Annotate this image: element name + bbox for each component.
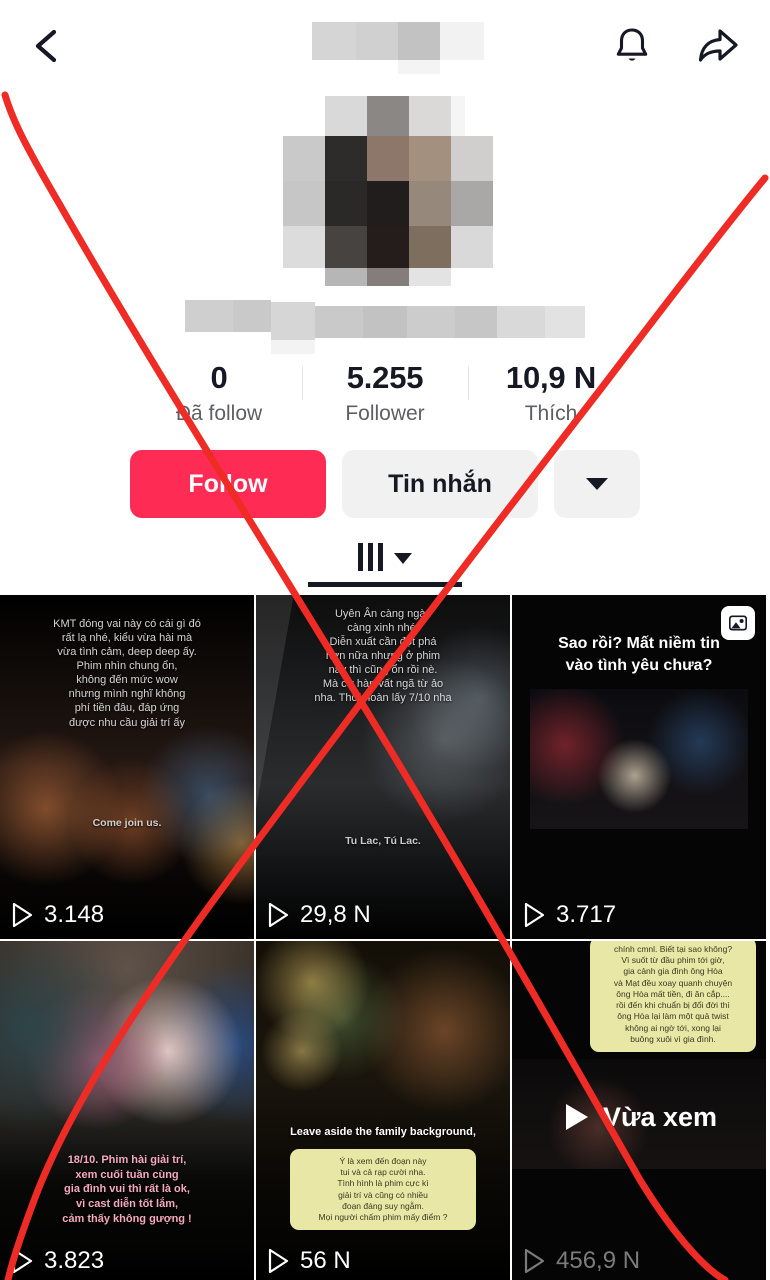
play-count-value: 56 N: [300, 1247, 351, 1274]
play-filled-icon: [565, 1104, 588, 1130]
caret-down-icon: [586, 478, 608, 490]
app-header: [0, 0, 770, 92]
play-count-value: 3.717: [556, 901, 617, 928]
just-watched-label: Vừa xem: [602, 1101, 718, 1132]
header-left: [30, 26, 64, 66]
video-cell[interactable]: KMT đóng vai này có cái gì đó rất lạ nhé…: [0, 595, 254, 939]
video-cell[interactable]: chính cmnl. Biết tại sao không? Vì suốt …: [512, 941, 766, 1280]
just-watched-overlay: Vừa xem: [512, 1101, 766, 1133]
grid-icon: [358, 543, 383, 571]
censored-username: [185, 292, 585, 354]
follow-button[interactable]: Follow: [130, 450, 326, 518]
action-buttons: Follow Tin nhắn: [0, 450, 770, 518]
play-icon: [12, 902, 33, 928]
photo-icon: [729, 615, 747, 631]
censored-avatar[interactable]: [255, 96, 515, 286]
play-icon: [524, 1248, 545, 1274]
play-count-value: 3.823: [44, 1247, 105, 1274]
tab-active-underline: [308, 582, 462, 587]
header-right: [612, 24, 740, 68]
bell-icon: [616, 28, 648, 61]
play-icon: [12, 1248, 33, 1274]
play-count: 56 N: [268, 1247, 351, 1275]
video-sub-caption: Come join us.: [92, 817, 162, 829]
stats-row: 0 Đã follow 5.255 Follower 10,9 N Thích: [0, 360, 770, 426]
play-icon: [268, 1248, 289, 1274]
stat-likes-label: Thích: [524, 402, 578, 425]
play-icon: [268, 902, 289, 928]
play-count-value: 456,9 N: [556, 1247, 641, 1274]
tab-videos-row: [358, 540, 412, 574]
censored-title: [312, 22, 488, 74]
video-thumbnail: [0, 941, 254, 1280]
video-sub-caption: Tu Lac, Tú Lac.: [345, 835, 421, 847]
play-icon: [524, 902, 545, 928]
video-note: chính cmnl. Biết tại sao không? Vì suốt …: [590, 941, 756, 1052]
video-grid: KMT đóng vai này có cái gì đó rất lạ nhé…: [0, 595, 770, 1280]
video-cell[interactable]: Sao rồi? Mất niềm tin vào tình yêu chưa?…: [512, 595, 766, 939]
play-count: 3.823: [12, 1247, 104, 1275]
play-count: 29,8 N: [268, 901, 371, 929]
chevron-left-icon: [35, 29, 57, 63]
stat-followers-label: Follower: [345, 402, 425, 425]
stat-followers[interactable]: 5.255 Follower: [302, 360, 468, 426]
share-arrow-icon: [698, 29, 738, 62]
stat-following-value: 0: [210, 360, 228, 395]
stat-likes-value: 10,9 N: [505, 360, 597, 395]
play-count-value: 3.148: [44, 901, 105, 928]
play-count: 456,9 N: [524, 1247, 640, 1275]
tab-videos[interactable]: [305, 540, 465, 587]
back-button[interactable]: [30, 26, 64, 66]
photo-badge: [721, 606, 755, 640]
stat-likes[interactable]: 10,9 N Thích: [468, 360, 634, 426]
stat-followers-value: 5.255: [346, 360, 424, 395]
more-options-button[interactable]: [554, 450, 640, 518]
notifications-button[interactable]: [612, 24, 652, 68]
play-count: 3.148: [12, 901, 104, 929]
play-count-value: 29,8 N: [300, 901, 371, 928]
message-button[interactable]: Tin nhắn: [342, 450, 538, 518]
video-overlay-text: Uyên Ân càng ngày càng xinh nhé. Diễn xu…: [314, 608, 452, 705]
video-cell[interactable]: Uyên Ân càng ngày càng xinh nhé. Diễn xu…: [256, 595, 510, 939]
video-pink-caption: 18/10. Phim hài giải trí, xem cuối tuần …: [62, 1153, 192, 1226]
video-cell[interactable]: 18/10. Phim hài giải trí, xem cuối tuần …: [0, 941, 254, 1280]
video-note: Ý là xem đến đoạn này tui và cả rạp cười…: [290, 1149, 476, 1231]
video-cell[interactable]: Leave aside the family background, Ý là …: [256, 941, 510, 1280]
video-inner-frame: [530, 689, 748, 829]
content-tabs: [0, 540, 770, 587]
stat-following-label: Đã follow: [175, 402, 263, 425]
share-button[interactable]: [694, 24, 740, 68]
video-overlay-text: KMT đóng vai này có cái gì đó rất lạ nhé…: [53, 618, 201, 729]
profile-screen: 0 Đã follow 5.255 Follower 10,9 N Thích …: [0, 0, 770, 1280]
chevron-down-icon[interactable]: [394, 553, 412, 564]
play-count: 3.717: [524, 901, 616, 929]
stat-following[interactable]: 0 Đã follow: [136, 360, 302, 426]
profile-section: 0 Đã follow 5.255 Follower 10,9 N Thích …: [0, 92, 770, 587]
video-sub-caption: Leave aside the family background,: [290, 1126, 476, 1138]
